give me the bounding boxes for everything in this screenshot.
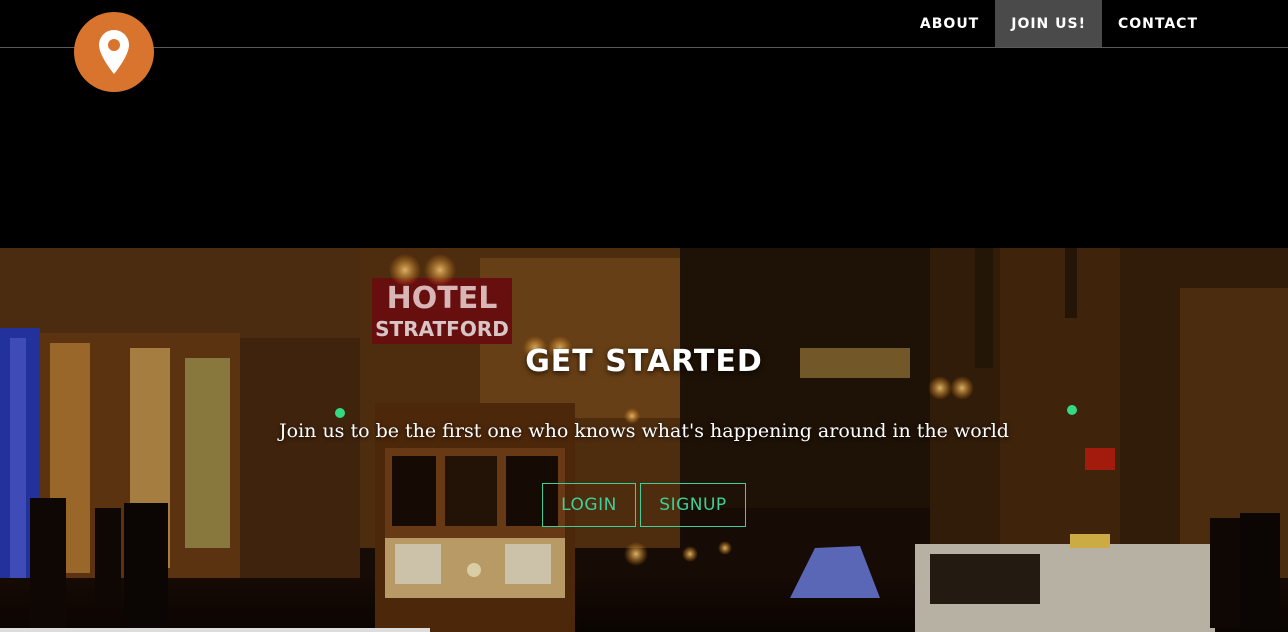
login-button[interactable]: LOGIN (542, 483, 636, 527)
nav-contact[interactable]: CONTACT (1102, 0, 1214, 47)
hero-buttons: LOGIN SIGNUP (542, 483, 746, 527)
logo[interactable] (74, 12, 154, 92)
signup-button[interactable]: SIGNUP (640, 483, 746, 527)
main-nav: ABOUT JOIN US! CONTACT (904, 0, 1214, 47)
horizontal-scrollbar[interactable] (0, 628, 430, 632)
map-marker-icon (99, 30, 129, 74)
hero-content: GET STARTED Join us to be the first one … (0, 248, 1288, 632)
nav-join-us[interactable]: JOIN US! (995, 0, 1102, 47)
hero-section: HOTEL STRATFORD GET STARTED Join us to b… (0, 248, 1288, 632)
page: ABOUT JOIN US! CONTACT HOTEL STRATFORD G… (0, 0, 1288, 632)
hero-title: GET STARTED (525, 344, 763, 379)
top-navbar: ABOUT JOIN US! CONTACT (0, 0, 1288, 48)
nav-about[interactable]: ABOUT (904, 0, 995, 47)
hero-subtitle: Join us to be the first one who knows wh… (279, 420, 1009, 442)
